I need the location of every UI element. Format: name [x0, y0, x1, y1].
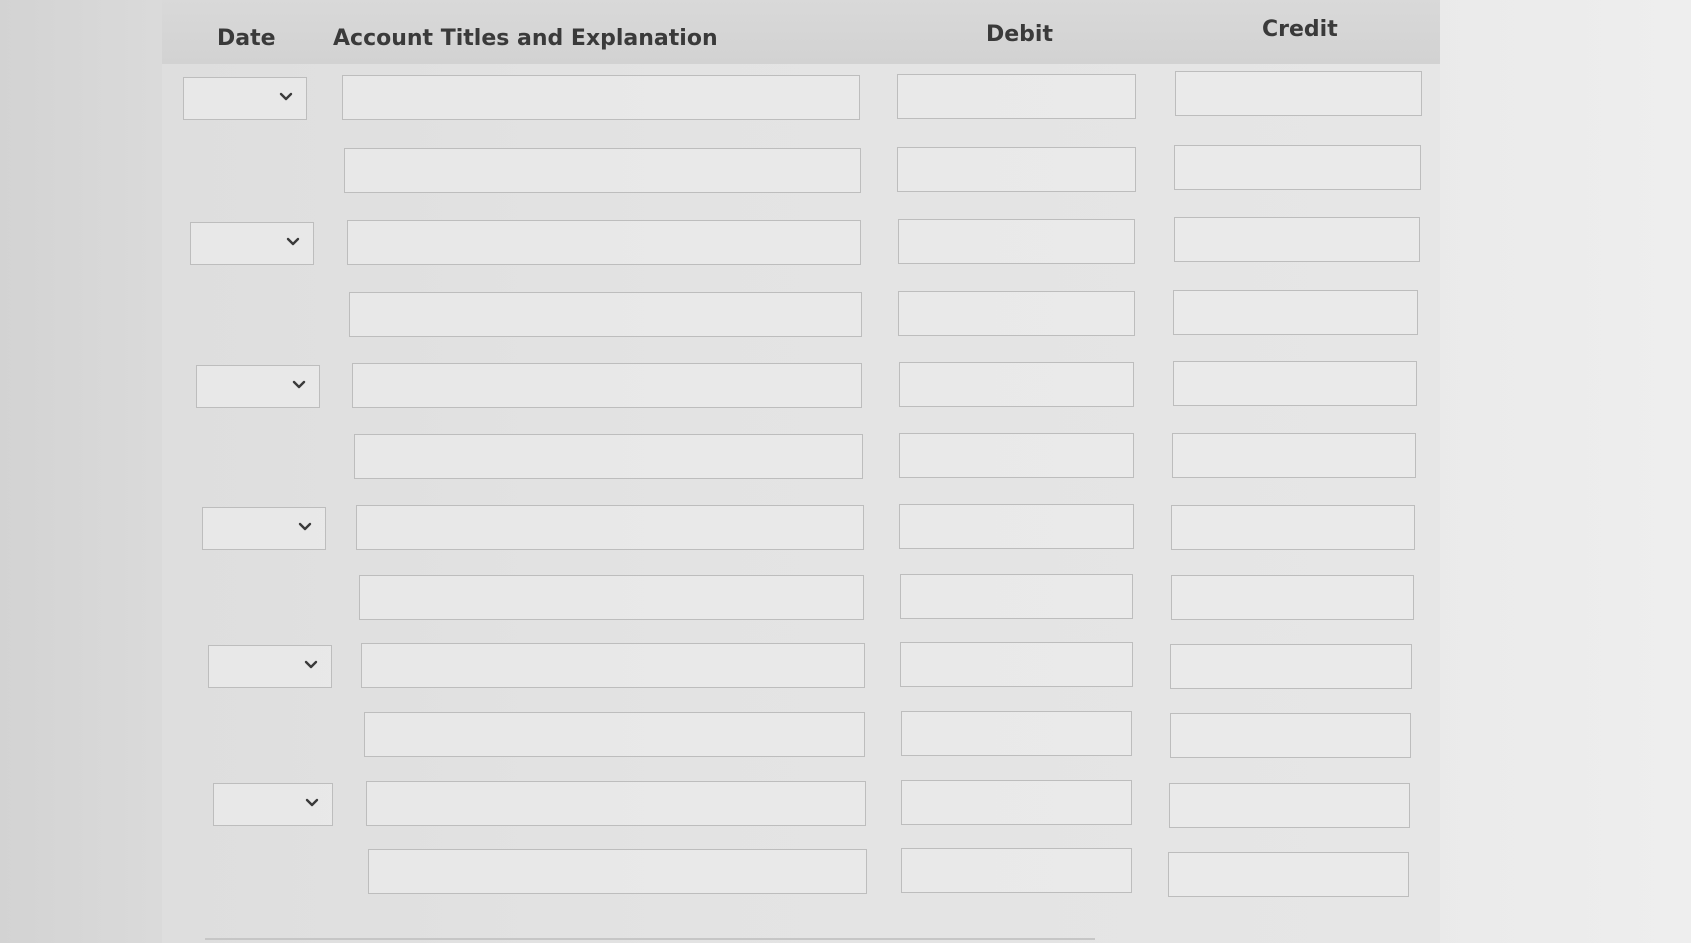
chevron-down-icon: [304, 660, 318, 669]
credit-input[interactable]: [1168, 851, 1409, 897]
debit-input[interactable]: [898, 362, 1135, 407]
debit-input[interactable]: [897, 219, 1136, 264]
chevron-down-icon: [279, 92, 293, 101]
account-title-input[interactable]: [354, 434, 863, 479]
chevron-down-icon: [292, 380, 306, 389]
debit-input[interactable]: [897, 74, 1136, 119]
chevron-down-icon: [298, 522, 312, 531]
debit-input[interactable]: [899, 433, 1134, 478]
date-select[interactable]: [213, 783, 333, 826]
credit-input[interactable]: [1173, 217, 1420, 263]
date-select[interactable]: [202, 507, 326, 550]
account-title-input[interactable]: [356, 505, 864, 550]
credit-input[interactable]: [1173, 289, 1419, 335]
table-bottom-divider: [205, 938, 1095, 940]
chevron-down-icon: [305, 798, 319, 807]
credit-input[interactable]: [1169, 783, 1410, 828]
credit-input[interactable]: [1170, 643, 1413, 689]
debit-input[interactable]: [900, 711, 1133, 756]
debit-input[interactable]: [901, 848, 1132, 893]
account-title-input[interactable]: [361, 643, 865, 688]
account-title-input[interactable]: [349, 292, 862, 337]
account-title-input[interactable]: [344, 148, 861, 193]
account-title-input[interactable]: [368, 849, 867, 894]
debit-input[interactable]: [901, 780, 1132, 825]
debit-input[interactable]: [899, 504, 1134, 549]
journal-entry-table: [0, 0, 1691, 943]
account-title-input[interactable]: [366, 781, 866, 826]
account-title-input[interactable]: [342, 75, 860, 120]
debit-input[interactable]: [899, 574, 1134, 619]
debit-input[interactable]: [898, 291, 1135, 336]
account-title-input[interactable]: [363, 712, 866, 757]
credit-input[interactable]: [1172, 361, 1418, 407]
credit-input[interactable]: [1169, 713, 1412, 759]
chevron-down-icon: [286, 237, 300, 246]
debit-input[interactable]: [897, 147, 1136, 192]
account-title-input[interactable]: [358, 575, 865, 620]
date-select[interactable]: [208, 645, 332, 688]
debit-input[interactable]: [900, 642, 1133, 687]
date-select[interactable]: [196, 365, 320, 408]
credit-input[interactable]: [1170, 575, 1414, 621]
credit-input[interactable]: [1174, 144, 1421, 190]
date-select[interactable]: [183, 77, 307, 120]
account-title-input[interactable]: [346, 220, 862, 265]
date-select[interactable]: [190, 222, 314, 265]
credit-input[interactable]: [1172, 433, 1416, 478]
credit-input[interactable]: [1175, 71, 1422, 116]
credit-input[interactable]: [1171, 504, 1415, 550]
account-title-input[interactable]: [351, 363, 863, 408]
